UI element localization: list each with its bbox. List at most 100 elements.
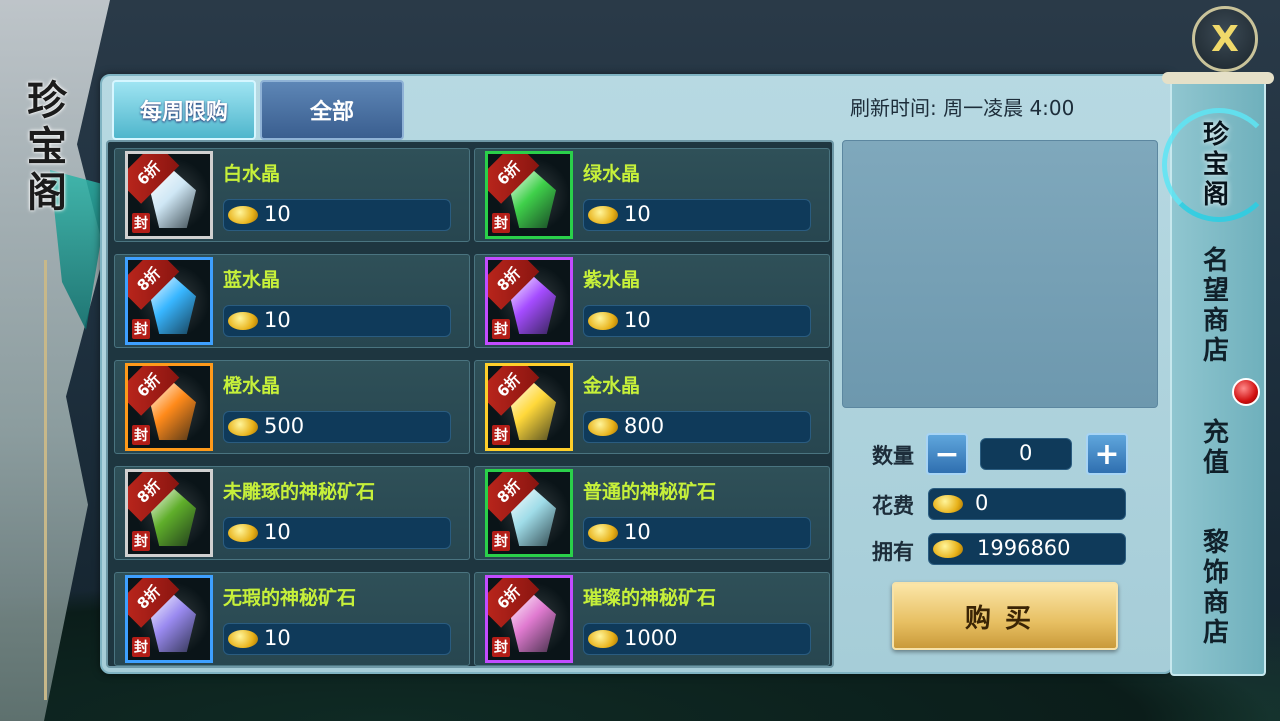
gold-ingot-icon xyxy=(228,630,258,648)
scroll-rod-decoration xyxy=(1162,72,1274,84)
item-card[interactable]: 8折封蓝水晶 10 xyxy=(114,254,470,348)
discount-label: 8折 xyxy=(133,475,164,507)
bound-seal-badge: 封 xyxy=(492,425,510,445)
item-preview-panel xyxy=(842,140,1158,408)
item-price: 10 xyxy=(264,202,291,226)
item-card[interactable]: 8折封未雕琢的神秘矿石 10 xyxy=(114,466,470,560)
increase-quantity-button[interactable]: + xyxy=(1086,433,1128,475)
decrease-quantity-button[interactable]: − xyxy=(926,433,968,475)
item-price-bar: 10 xyxy=(223,517,451,549)
item-price: 500 xyxy=(264,414,305,438)
discount-label: 6折 xyxy=(493,581,524,613)
bound-seal-badge: 封 xyxy=(492,531,510,551)
item-price: 10 xyxy=(624,202,651,226)
owned-label: 拥有 xyxy=(872,540,914,564)
gold-ingot-icon xyxy=(228,206,258,224)
tab-weekly-limited[interactable]: 每周限购 xyxy=(112,80,256,140)
item-icon[interactable]: 8折封 xyxy=(125,257,213,345)
item-name: 绿水晶 xyxy=(583,163,641,185)
item-icon[interactable]: 6折封 xyxy=(125,151,213,239)
discount-label: 6折 xyxy=(133,157,164,189)
bound-seal-badge: 封 xyxy=(132,319,150,339)
item-name: 白水晶 xyxy=(223,163,281,185)
item-icon[interactable]: 6折封 xyxy=(485,575,573,663)
item-name: 无瑕的神秘矿石 xyxy=(223,587,357,609)
item-name: 金水晶 xyxy=(583,375,641,397)
item-card[interactable]: 8折封紫水晶 10 xyxy=(474,254,830,348)
item-price: 10 xyxy=(624,308,651,332)
discount-label: 8折 xyxy=(493,475,524,507)
item-price-bar: 10 xyxy=(583,199,811,231)
item-icon[interactable]: 8折封 xyxy=(125,575,213,663)
item-grid: 6折封白水晶 10 6折封绿水晶 10 8折封蓝水晶 10 8折封紫水晶 10 6折封橙水晶 50… xyxy=(106,140,834,668)
item-icon[interactable]: 8折封 xyxy=(485,257,573,345)
item-price-bar: 1000 xyxy=(583,623,811,655)
item-name: 普通的神秘矿石 xyxy=(583,481,717,503)
item-price-bar: 10 xyxy=(223,305,451,337)
cost-value: 0 xyxy=(975,491,989,515)
item-name: 紫水晶 xyxy=(583,269,641,291)
item-price-bar: 10 xyxy=(583,517,811,549)
gold-ingot-icon xyxy=(933,540,963,558)
item-card[interactable]: 6折封绿水晶 10 xyxy=(474,148,830,242)
item-card[interactable]: 6折封金水晶 800 xyxy=(474,360,830,454)
item-icon[interactable]: 6折封 xyxy=(125,363,213,451)
owned-value: 1996860 xyxy=(977,536,1071,560)
quantity-label: 数量 xyxy=(872,444,914,468)
side-tab-treasure[interactable]: 珍宝阁 xyxy=(1196,120,1236,210)
item-icon[interactable]: 6折封 xyxy=(485,151,573,239)
item-price-bar: 10 xyxy=(223,199,451,231)
quantity-field[interactable]: 0 xyxy=(980,438,1072,470)
cost-label: 花费 xyxy=(872,494,914,518)
refresh-time: 刷新时间: 周一凌晨 4:00 xyxy=(850,96,1075,120)
bound-seal-badge: 封 xyxy=(492,319,510,339)
side-tab-reputation-shop[interactable]: 名望商店 xyxy=(1196,246,1236,366)
bound-seal-badge: 封 xyxy=(132,637,150,657)
item-icon[interactable]: 8折封 xyxy=(485,469,573,557)
item-card[interactable]: 8折封无瑕的神秘矿石 10 xyxy=(114,572,470,666)
page-title: 珍宝阁 xyxy=(27,77,67,216)
side-tab-recharge[interactable]: 充值 xyxy=(1196,418,1236,478)
bound-seal-badge: 封 xyxy=(132,213,150,233)
gold-ingot-icon xyxy=(588,630,618,648)
notification-dot-icon xyxy=(1232,378,1260,406)
tab-all[interactable]: 全部 xyxy=(260,80,404,140)
gold-ingot-icon xyxy=(228,312,258,330)
item-price: 800 xyxy=(624,414,665,438)
bound-seal-badge: 封 xyxy=(492,213,510,233)
discount-label: 8折 xyxy=(133,263,164,295)
item-price: 10 xyxy=(624,520,651,544)
item-card[interactable]: 6折封璀璨的神秘矿石 1000 xyxy=(474,572,830,666)
discount-label: 8折 xyxy=(133,581,164,613)
gold-ingot-icon xyxy=(228,418,258,436)
item-card[interactable]: 6折封橙水晶 500 xyxy=(114,360,470,454)
close-button[interactable]: X xyxy=(1192,6,1258,72)
item-name: 橙水晶 xyxy=(223,375,281,397)
discount-label: 8折 xyxy=(493,263,524,295)
item-price: 10 xyxy=(264,520,291,544)
item-price: 1000 xyxy=(624,626,678,650)
item-card[interactable]: 8折封普通的神秘矿石 10 xyxy=(474,466,830,560)
item-icon[interactable]: 6折封 xyxy=(485,363,573,451)
item-price-bar: 500 xyxy=(223,411,451,443)
gold-ingot-icon xyxy=(588,312,618,330)
item-card[interactable]: 6折封白水晶 10 xyxy=(114,148,470,242)
tassel-string-decoration xyxy=(44,260,47,700)
gold-ingot-icon xyxy=(933,495,963,513)
item-price-bar: 10 xyxy=(583,305,811,337)
cost-field: 0 xyxy=(928,488,1126,520)
item-name: 璀璨的神秘矿石 xyxy=(583,587,717,609)
item-price-bar: 800 xyxy=(583,411,811,443)
owned-field: 1996860 xyxy=(928,533,1126,565)
discount-label: 6折 xyxy=(133,369,164,401)
item-name: 未雕琢的神秘矿石 xyxy=(223,481,376,503)
item-name: 蓝水晶 xyxy=(223,269,281,291)
item-icon[interactable]: 8折封 xyxy=(125,469,213,557)
discount-label: 6折 xyxy=(493,157,524,189)
bound-seal-badge: 封 xyxy=(132,425,150,445)
side-tab-ornament-shop[interactable]: 黎饰商店 xyxy=(1196,528,1236,648)
item-price-bar: 10 xyxy=(223,623,451,655)
bound-seal-badge: 封 xyxy=(132,531,150,551)
buy-button[interactable]: 购买 xyxy=(892,582,1118,650)
gold-ingot-icon xyxy=(588,206,618,224)
